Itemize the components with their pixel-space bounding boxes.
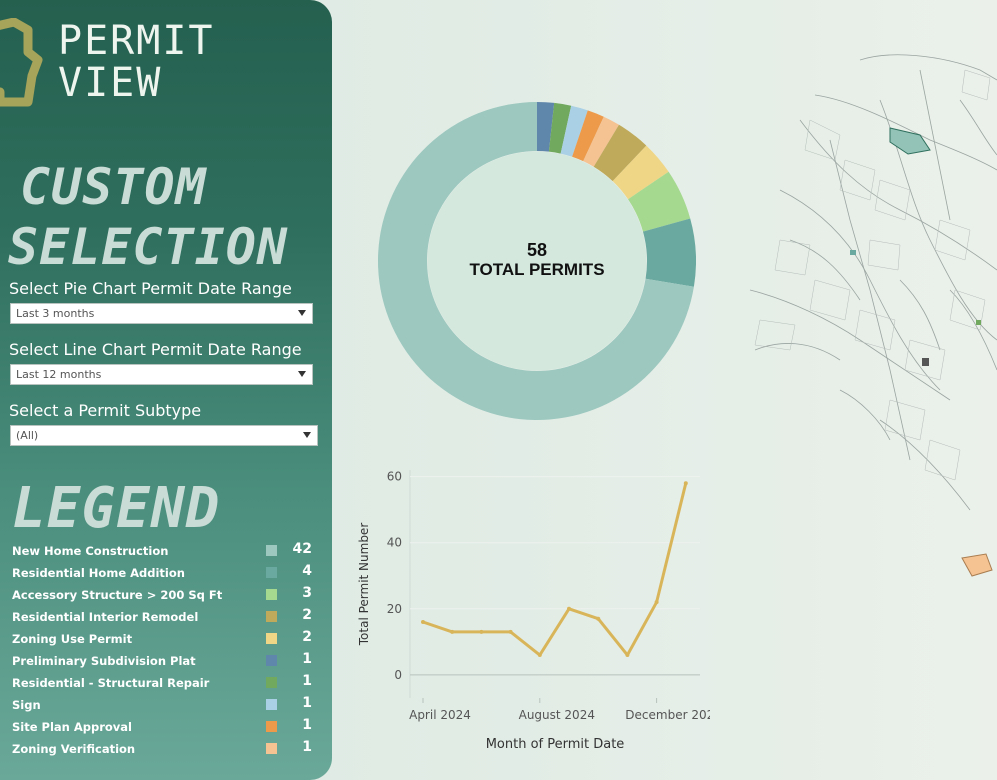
legend-swatch <box>266 677 277 688</box>
data-point[interactable] <box>683 481 688 486</box>
legend-item-count: 1 <box>302 673 312 689</box>
data-point[interactable] <box>537 653 542 658</box>
legend-item-count: 3 <box>302 585 312 601</box>
parcel-marker[interactable] <box>850 250 856 255</box>
line-range-label: Select Line Chart Permit Date Range <box>9 340 302 359</box>
chevron-down-icon <box>298 310 306 316</box>
legend-swatch <box>266 655 277 666</box>
legend-item-name: New Home Construction <box>12 544 169 558</box>
pie-range-select[interactable]: Last 3 months <box>10 303 313 324</box>
legend-swatch <box>266 611 277 622</box>
legend-item-count: 2 <box>302 607 312 623</box>
line-range-value: Last 12 months <box>16 368 102 381</box>
legend-swatch <box>266 699 277 710</box>
legend-item-name: Accessory Structure > 200 Sq Ft <box>12 588 223 602</box>
legend-item-count: 1 <box>302 651 312 667</box>
subtype-select[interactable]: (All) <box>10 425 318 446</box>
data-point[interactable] <box>625 653 630 658</box>
house-logo-icon <box>0 18 43 107</box>
subtype-value: (All) <box>16 429 39 442</box>
pie-range-value: Last 3 months <box>16 307 95 320</box>
brand-title: PERMIT VIEW <box>58 20 215 104</box>
line-range-select[interactable]: Last 12 months <box>10 364 313 385</box>
y-tick-label: 0 <box>394 668 402 682</box>
total-permits-number: 58 <box>526 240 548 260</box>
x-axis-title: Month of Permit Date <box>486 737 625 752</box>
data-point[interactable] <box>654 600 659 605</box>
permit-line-chart[interactable]: 0 20 40 60 April 2024 August 2024 December 202… <box>350 460 710 760</box>
custom-heading: CUSTOM <box>20 158 207 216</box>
legend-heading: LEGEND <box>12 476 221 541</box>
sidebar: PERMIT VIEW CUSTOM SELECTION Select Pie … <box>0 0 332 780</box>
y-tick-label: 20 <box>387 602 402 616</box>
data-point[interactable] <box>508 629 513 634</box>
legend-item-name: Residential Interior Remodel <box>12 610 199 624</box>
legend-item[interactable]: Accessory Structure > 200 Sq Ft 3 <box>12 585 312 608</box>
subtype-label: Select a Permit Subtype <box>9 401 202 420</box>
map-streets <box>749 54 997 511</box>
legend-item-count: 1 <box>302 695 312 711</box>
brand-line-1: PERMIT <box>58 18 215 64</box>
legend-item[interactable]: New Home Construction 42 <box>12 541 312 564</box>
map-blocks <box>754 69 991 481</box>
data-point[interactable] <box>450 629 455 634</box>
legend-item-name: Residential Home Addition <box>12 566 185 580</box>
legend-swatch <box>266 633 277 644</box>
highlighted-parcel[interactable] <box>961 553 993 577</box>
legend-item[interactable]: Residential - Structural Repair 1 <box>12 673 312 696</box>
data-point[interactable] <box>421 620 425 624</box>
legend-item-name: Zoning Use Permit <box>12 632 133 646</box>
legend-item[interactable]: Residential Home Addition 4 <box>12 563 312 586</box>
legend-swatch <box>266 721 277 732</box>
legend-item-name: Sign <box>12 698 41 712</box>
pie-range-label: Select Pie Chart Permit Date Range <box>9 279 292 298</box>
legend-item[interactable]: Sign 1 <box>12 695 312 718</box>
legend-item-count: 4 <box>302 563 312 579</box>
x-tick-label: December 2024 <box>625 708 710 722</box>
selection-heading: SELECTION <box>8 218 288 276</box>
x-tick-label: April 2024 <box>409 708 471 722</box>
legend-item-name: Site Plan Approval <box>12 720 132 734</box>
legend-item[interactable]: Site Plan Approval 1 <box>12 717 312 740</box>
brand-line-2: VIEW <box>58 60 163 106</box>
legend-item[interactable]: Preliminary Subdivision Plat 1 <box>12 651 312 674</box>
permit-map[interactable] <box>740 40 997 600</box>
legend-item-name: Zoning Verification <box>12 742 136 756</box>
legend-item[interactable]: Zoning Use Permit 2 <box>12 629 312 652</box>
chevron-down-icon <box>298 371 306 377</box>
data-point[interactable] <box>567 606 571 611</box>
legend-item-name: Residential - Structural Repair <box>12 676 210 690</box>
chevron-down-icon <box>303 432 311 438</box>
total-permits-label: TOTAL PERMITS <box>469 260 605 279</box>
parcel-marker[interactable] <box>922 358 929 366</box>
legend-item-count: 1 <box>302 739 312 755</box>
data-point[interactable] <box>596 616 601 621</box>
legend-item[interactable]: Zoning Verification 1 <box>12 739 312 762</box>
data-point[interactable] <box>479 629 484 634</box>
legend-item-count: 1 <box>302 717 312 733</box>
legend-swatch <box>266 545 277 556</box>
legend-item-count: 2 <box>302 629 312 645</box>
series-line[interactable] <box>422 482 688 657</box>
legend-swatch <box>266 589 277 600</box>
parcel-marker[interactable] <box>976 320 981 325</box>
legend-item[interactable]: Residential Interior Remodel 2 <box>12 607 312 630</box>
legend-swatch <box>266 743 277 754</box>
legend-item-count: 42 <box>292 541 312 557</box>
legend-swatch <box>266 567 277 578</box>
y-axis-title: Total Permit Number <box>357 523 371 647</box>
legend-item-name: Preliminary Subdivision Plat <box>12 654 196 668</box>
donut-center-label: 58 TOTAL PERMITS <box>437 240 637 280</box>
highlighted-parcel[interactable] <box>889 127 931 155</box>
x-tick-label: August 2024 <box>519 708 595 722</box>
y-tick-label: 60 <box>387 470 402 484</box>
y-tick-label: 40 <box>387 536 402 550</box>
